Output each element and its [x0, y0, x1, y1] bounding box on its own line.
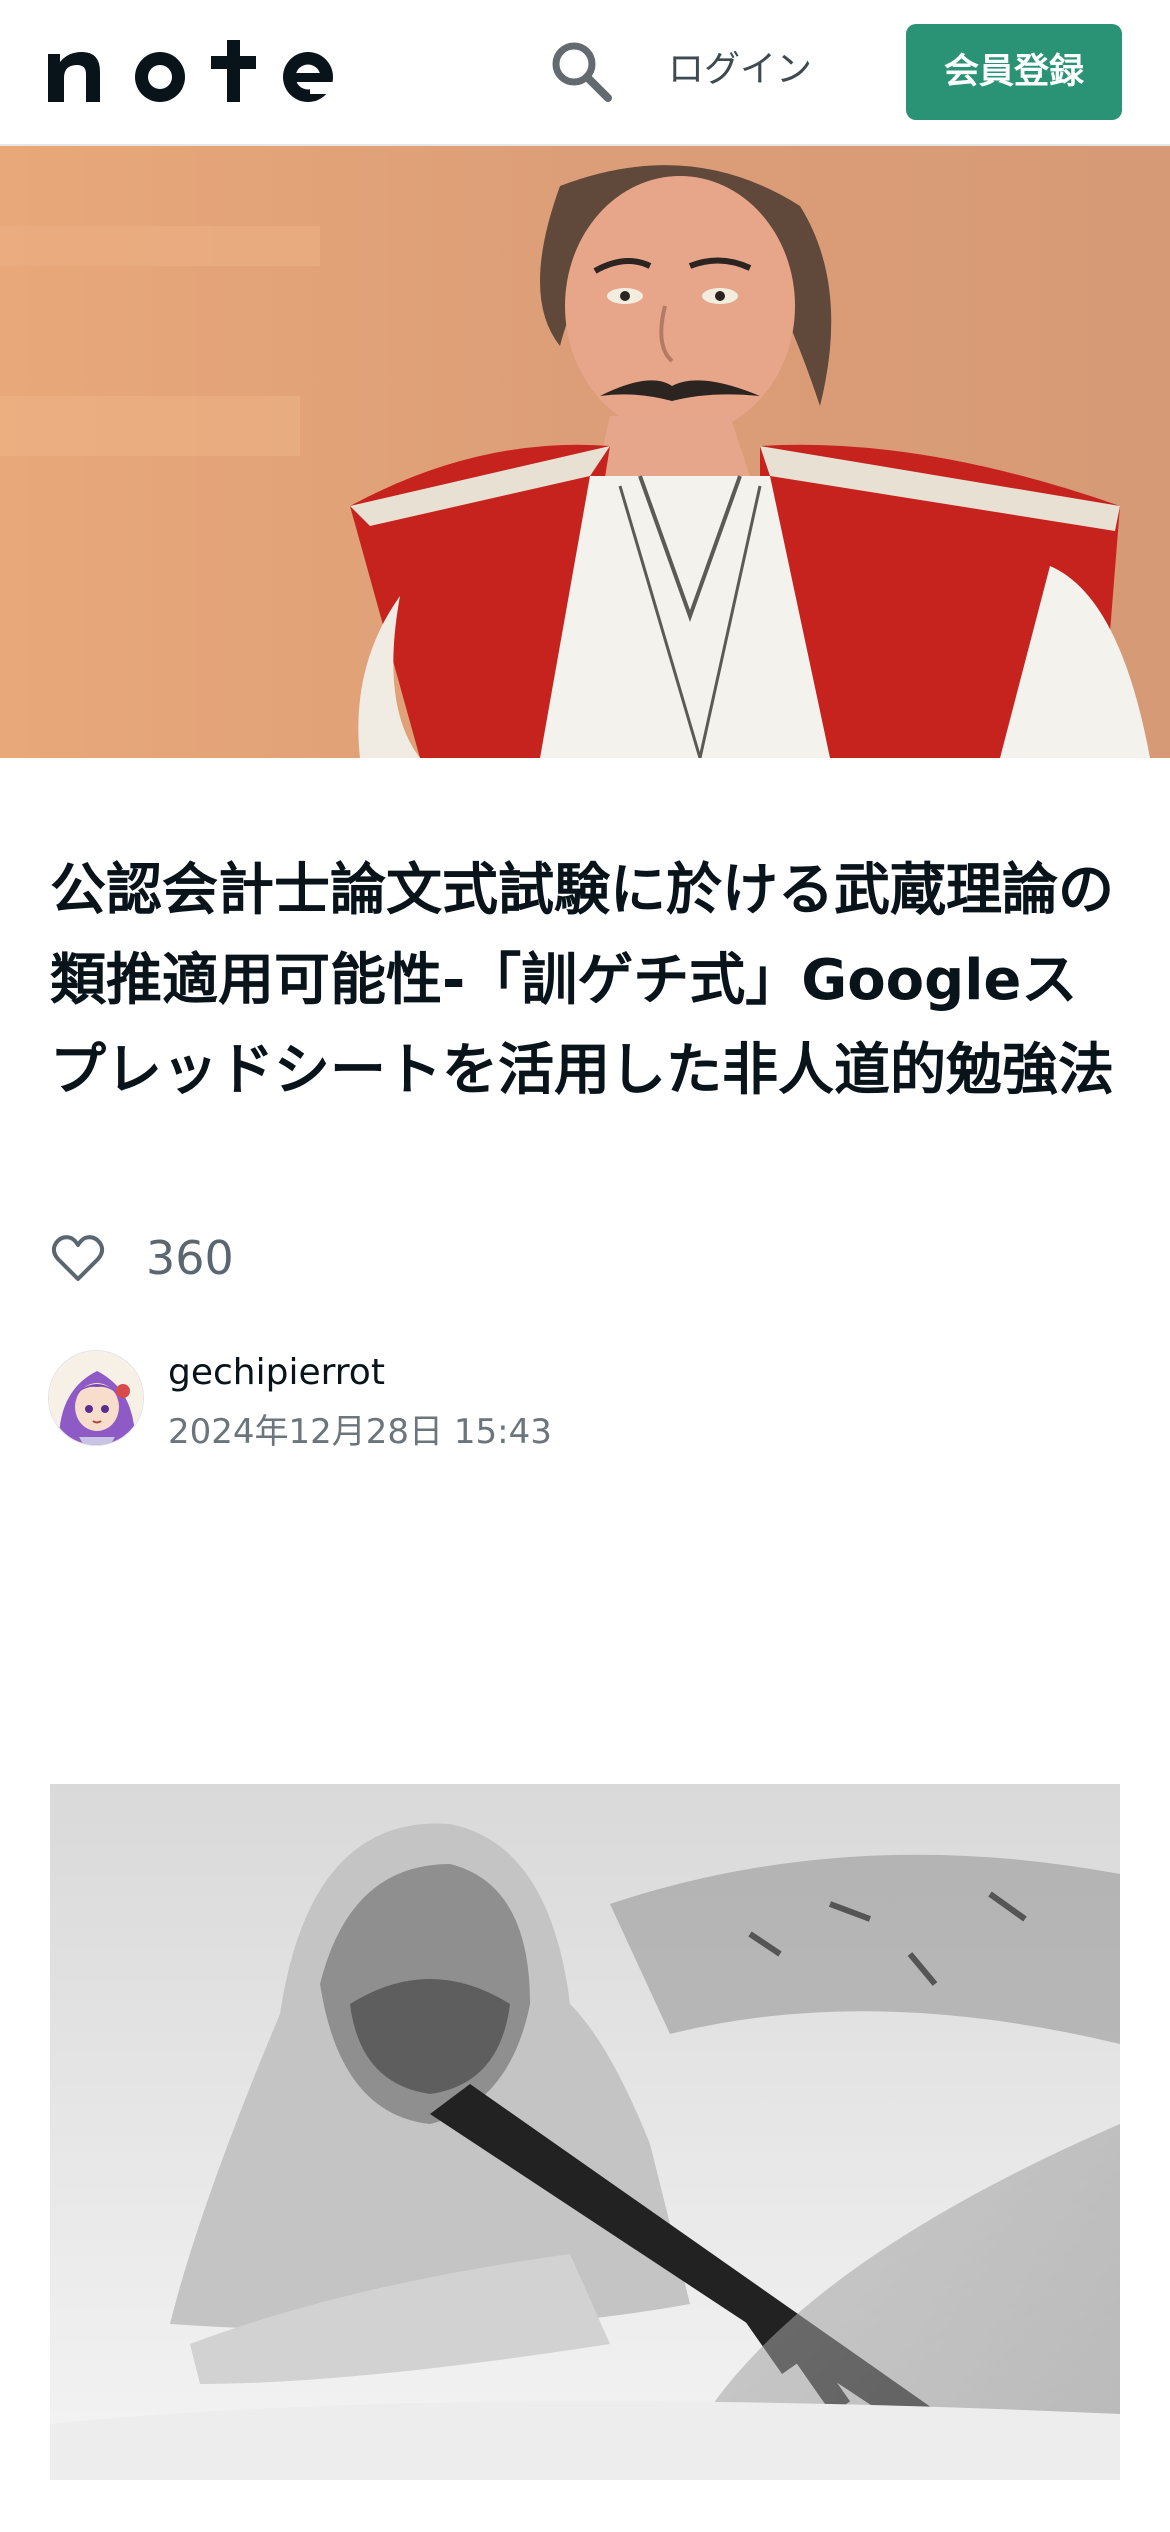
heart-icon[interactable] [50, 1230, 106, 1286]
post-date: 2024年12月28日 15:43 [168, 1412, 552, 1452]
avatar[interactable] [48, 1350, 144, 1446]
note-logo[interactable] [48, 40, 343, 102]
like-section: 360 [50, 1226, 234, 1290]
author-name[interactable]: gechipierrot [168, 1352, 385, 1393]
site-header: ログイン 会員登録 [0, 0, 1170, 146]
like-count: 360 [146, 1231, 234, 1285]
hero-image [0, 146, 1170, 758]
article-title: 公認会計士論文式試験に於ける武蔵理論の類推適用可能性-「訓ゲチ式」Googleス… [50, 858, 1114, 1103]
search-icon[interactable] [548, 38, 614, 104]
article-body-image [50, 1784, 1120, 2480]
login-link[interactable]: ログイン [668, 40, 812, 100]
signup-button[interactable]: 会員登録 [906, 24, 1122, 120]
